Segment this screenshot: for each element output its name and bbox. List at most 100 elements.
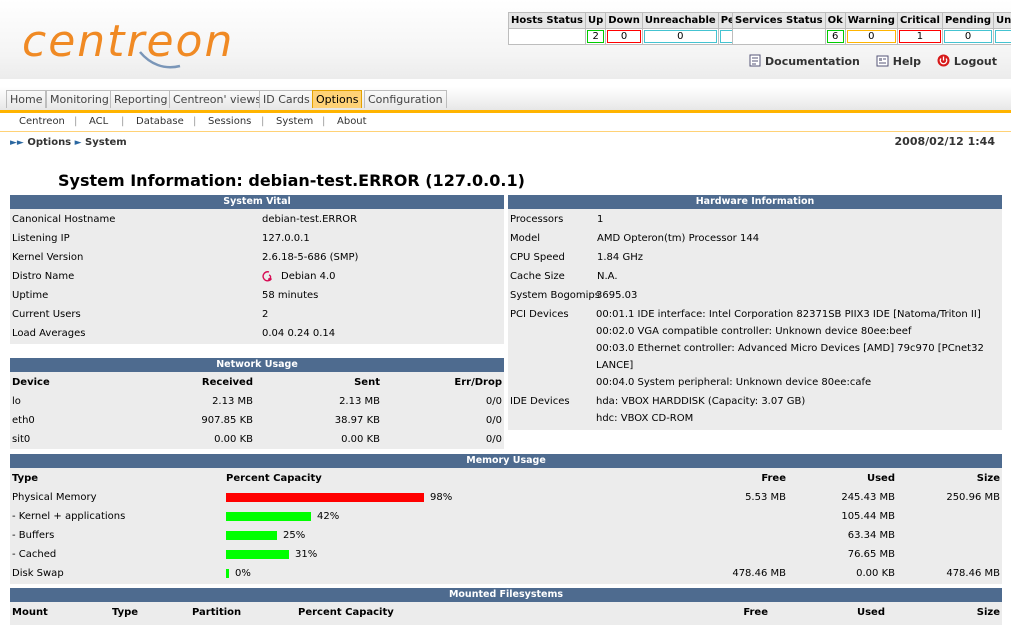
- hw-label: PCI Devices: [510, 309, 569, 320]
- memory-size: 478.46 MB: [946, 568, 1000, 579]
- logout-link[interactable]: Logout: [937, 54, 997, 68]
- network-sent: 2.13 MB: [339, 396, 380, 407]
- network-col-device: Device: [12, 377, 50, 388]
- network-received: 0.00 KB: [214, 434, 253, 445]
- hw-label: System Bogomips: [510, 290, 600, 301]
- centreon-logo[interactable]: centreon: [22, 12, 282, 70]
- system-vital-header: System Vital: [10, 195, 504, 209]
- hardware-info-header: Hardware Information: [508, 195, 1002, 209]
- submenu-about[interactable]: About: [337, 116, 367, 127]
- services-pending-header: Pending: [941, 12, 995, 29]
- menu-options[interactable]: Options: [312, 90, 363, 108]
- memory-col-type: Type: [12, 473, 39, 484]
- submenu-database[interactable]: Database: [136, 116, 184, 127]
- services-unknown-count[interactable]: 0: [993, 28, 1011, 45]
- hw-value: AMD Opteron(tm) Processor 144: [597, 233, 760, 244]
- vital-label: Uptime: [12, 290, 49, 301]
- memory-row: Disk Swap 0% 478.46 MB 0.00 KB 478.46 MB: [10, 564, 1002, 583]
- memory-percent-label: 0%: [235, 568, 251, 579]
- vital-label: Kernel Version: [12, 252, 84, 263]
- page-title: System Information: debian-test.ERROR (1…: [58, 171, 525, 190]
- fs-col-percent: Percent Capacity: [298, 607, 394, 618]
- submenu-separator: |: [193, 116, 197, 127]
- fs-col-size: Size: [976, 607, 1000, 618]
- memory-free: 5.53 MB: [745, 492, 786, 503]
- memory-col-percent: Percent Capacity: [226, 473, 322, 484]
- documentation-link[interactable]: Documentation: [749, 54, 860, 68]
- hosts-down-header: Down: [605, 12, 643, 29]
- network-usage-header: Network Usage: [10, 358, 504, 372]
- menu-monitoring[interactable]: Monitoring: [46, 90, 113, 108]
- submenu-system[interactable]: System: [276, 116, 313, 127]
- network-errdrop: 0/0: [485, 434, 502, 445]
- hw-value: 00:04.0 System peripheral: Unknown devic…: [596, 377, 872, 388]
- menu-configuration[interactable]: Configuration: [364, 90, 447, 108]
- memory-capacity-bar: [226, 531, 277, 540]
- hw-value: N.A.: [597, 271, 618, 282]
- menu-reporting[interactable]: Reporting: [110, 90, 172, 108]
- services-ok-count[interactable]: 6: [824, 28, 846, 45]
- services-critical-count[interactable]: 1: [896, 28, 943, 45]
- memory-capacity-bar: [226, 512, 311, 521]
- hosts-unreachable-header: Unreachable: [641, 12, 719, 29]
- menu-home[interactable]: Home: [6, 90, 47, 108]
- mounted-filesystems-panel: Mount Type Partition Percent Capacity Fr…: [10, 602, 1002, 625]
- breadcrumb-system[interactable]: System: [85, 137, 127, 148]
- memory-used: 105.44 MB: [841, 511, 895, 522]
- memory-used: 63.34 MB: [847, 530, 895, 541]
- menu-centreon-views[interactable]: Centreon' views: [169, 90, 266, 108]
- memory-percent-label: 98%: [430, 492, 453, 503]
- fs-col-type: Type: [112, 607, 139, 618]
- hardware-info-panel: Processors 1 Model AMD Opteron(tm) Proce…: [508, 209, 1002, 430]
- memory-col-used: Used: [866, 473, 895, 484]
- hw-value: 1: [597, 214, 604, 225]
- vital-value: 2.6.18-5-686 (SMP): [262, 252, 359, 263]
- memory-type: Physical Memory: [12, 492, 97, 503]
- services-critical-header: Critical: [896, 12, 943, 29]
- memory-type: Disk Swap: [12, 568, 64, 579]
- header: centreon Hosts Status Up Down Unreachabl…: [0, 0, 1011, 79]
- services-warning-count[interactable]: 0: [844, 28, 898, 45]
- debian-icon: [262, 271, 273, 282]
- services-status-table: Services Status Ok Warning Critical Pend…: [732, 12, 1011, 45]
- memory-row: - Cached 31% 76.65 MB: [10, 545, 1002, 564]
- memory-row: - Buffers 25% 63.34 MB: [10, 526, 1002, 545]
- memory-type: - Buffers: [12, 530, 55, 541]
- submenu-acl[interactable]: ACL: [89, 116, 108, 127]
- submenu-centreon[interactable]: Centreon: [19, 116, 65, 127]
- menu-id-cards[interactable]: ID Cards: [259, 90, 314, 108]
- memory-usage-panel: Type Percent Capacity Free Used Size Phy…: [10, 468, 1002, 584]
- hosts-up-count[interactable]: 2: [584, 28, 607, 45]
- hosts-unreachable-count[interactable]: 0: [641, 28, 719, 45]
- hosts-down-count[interactable]: 0: [605, 28, 643, 45]
- memory-used: 76.65 MB: [847, 549, 895, 560]
- memory-capacity-bar: [226, 569, 229, 578]
- memory-usage-header: Memory Usage: [10, 454, 1002, 468]
- memory-size: 250.96 MB: [946, 492, 1000, 503]
- memory-row: Physical Memory 98% 5.53 MB 245.43 MB 250.96…: [10, 488, 1002, 507]
- memory-percent-label: 42%: [317, 511, 340, 522]
- breadcrumb-options[interactable]: Options: [27, 137, 71, 148]
- services-unknown-header: Unknown: [993, 12, 1011, 29]
- memory-used: 245.43 MB: [841, 492, 895, 503]
- hw-label: CPU Speed: [510, 252, 565, 263]
- services-status-header: Services Status: [732, 12, 826, 29]
- fs-col-mount: Mount: [12, 607, 48, 618]
- services-pending-count[interactable]: 0: [941, 28, 995, 45]
- memory-type: - Kernel + applications: [12, 511, 126, 522]
- document-icon: [749, 54, 761, 67]
- fs-col-used: Used: [856, 607, 885, 618]
- hw-label: Model: [510, 233, 541, 244]
- logo-text: centreon: [22, 16, 234, 67]
- hosts-up-header: Up: [584, 12, 607, 29]
- submenu-separator: |: [121, 116, 125, 127]
- hw-label: Cache Size: [510, 271, 565, 282]
- network-col-errdrop: Err/Drop: [454, 377, 502, 388]
- memory-free: 478.46 MB: [732, 568, 786, 579]
- help-icon: [876, 55, 889, 67]
- power-icon: [937, 54, 950, 67]
- memory-col-free: Free: [761, 473, 786, 484]
- submenu-sessions[interactable]: Sessions: [208, 116, 251, 127]
- help-link[interactable]: Help: [876, 55, 921, 68]
- submenu-separator: |: [322, 116, 326, 127]
